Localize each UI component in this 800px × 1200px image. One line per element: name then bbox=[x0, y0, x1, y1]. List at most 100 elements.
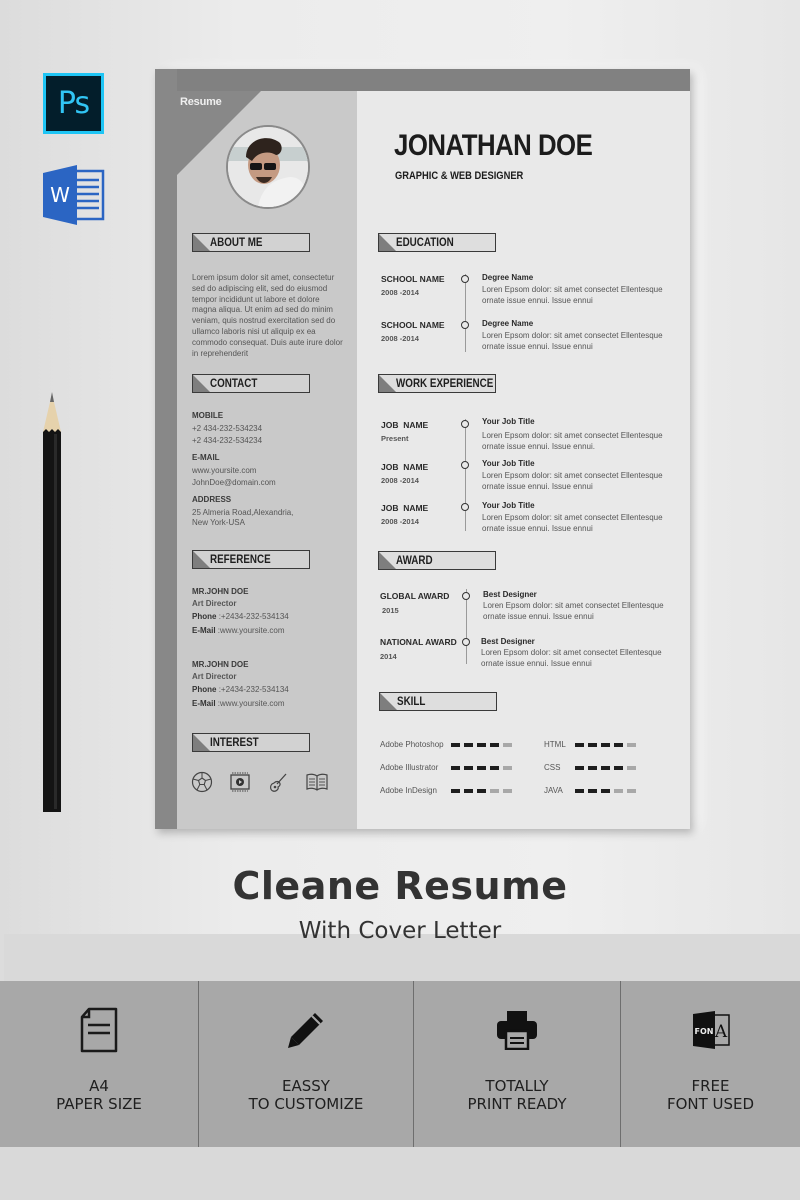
education-timeline bbox=[465, 274, 466, 352]
skill-segment bbox=[477, 788, 486, 793]
award-title: AWARD bbox=[396, 553, 433, 567]
skill-title: SKILL bbox=[397, 694, 426, 708]
reference-title: REFERENCE bbox=[210, 552, 271, 566]
feature-customize: EASSY TO CUSTOMIZE bbox=[199, 981, 414, 1147]
skill-level-bar bbox=[575, 765, 636, 770]
mobile-label: MOBILE bbox=[192, 411, 224, 420]
email-label: E-Mail bbox=[192, 698, 216, 708]
award-entry: GLOBAL AWARD 2015 bbox=[380, 591, 449, 615]
photoshop-icon-label: Ps bbox=[57, 86, 90, 121]
feature-line1: FREE bbox=[691, 1077, 730, 1095]
work-title: WORK EXPERIENCE bbox=[396, 376, 494, 390]
skill-row: HTML bbox=[544, 733, 636, 756]
skill-level-bar bbox=[451, 742, 512, 747]
work-detail: Your Job Title Loren Epsom dolor: sit am… bbox=[482, 417, 682, 452]
skill-segment bbox=[627, 788, 636, 793]
skill-segment bbox=[627, 742, 636, 747]
skill-segment bbox=[477, 765, 486, 770]
work-entry: JOB NAME 2008 -2014 bbox=[381, 503, 428, 526]
award-year: 2015 bbox=[382, 606, 399, 615]
reference-2: MR.JOHN DOE Art Director Phone :+2434-23… bbox=[192, 660, 289, 710]
email-label: E-MAIL bbox=[192, 453, 220, 462]
award-name: GLOBAL AWARD bbox=[380, 591, 450, 601]
email-label: E-Mail bbox=[192, 625, 216, 635]
skill-level-bar bbox=[575, 742, 636, 747]
address-2: New York-USA bbox=[192, 518, 245, 527]
skill-level-bar bbox=[575, 788, 636, 793]
email[interactable]: JohnDoe@domain.com bbox=[192, 478, 276, 489]
skill-segment bbox=[575, 788, 584, 793]
interest-title: INTEREST bbox=[210, 735, 259, 749]
reference-title-text: Art Director bbox=[192, 672, 237, 681]
degree-name: Degree Name bbox=[482, 319, 534, 328]
skill-segment bbox=[503, 742, 512, 747]
award-desc: Loren Epsom dolor: sit amet consectet El… bbox=[483, 601, 664, 621]
job-title: Your Job Title bbox=[482, 459, 535, 468]
about-text: Lorem ipsum dolor sit amet, consectetur … bbox=[192, 273, 343, 358]
mobile-2: +2 434-232-534234 bbox=[192, 436, 263, 445]
school-years: 2008 -2014 bbox=[381, 288, 419, 297]
skill-name: HTML bbox=[544, 740, 566, 749]
skill-segment bbox=[490, 742, 499, 747]
printer-icon bbox=[497, 1011, 537, 1050]
work-entry: JOB NAME Present bbox=[381, 420, 428, 443]
timeline-dot bbox=[462, 592, 470, 600]
degree-desc: Loren Epsom dolor: sit amet consectet El… bbox=[482, 331, 663, 351]
reference-phone: :+2434-232-534134 bbox=[218, 612, 289, 621]
about-section-header: ABOUT ME bbox=[192, 233, 310, 252]
skill-row: CSS bbox=[544, 756, 636, 779]
award-title-text: Best Designer bbox=[481, 637, 535, 646]
interest-section-header: INTEREST bbox=[192, 733, 310, 752]
reference-name: MR.JOHN DOE bbox=[192, 587, 249, 596]
job-name: JOB NAME bbox=[381, 420, 429, 430]
feature-print: TOTALLY PRINT READY bbox=[414, 981, 621, 1147]
guitar-icon bbox=[270, 773, 287, 792]
work-detail: Your Job Title Loren Epsom dolor: sit am… bbox=[482, 459, 682, 492]
contact-section-header: CONTACT bbox=[192, 374, 310, 393]
skill-name: CSS bbox=[544, 763, 561, 772]
timeline-dot bbox=[461, 321, 469, 329]
skills-right-column: HTML CSS JAVA bbox=[544, 733, 636, 802]
interest-icons bbox=[191, 771, 329, 793]
pencil-icon bbox=[288, 1013, 323, 1048]
skill-segment bbox=[464, 788, 473, 793]
football-icon bbox=[191, 771, 213, 793]
skill-segment bbox=[601, 742, 610, 747]
degree-desc: Loren Epsom dolor: sit amet consectet El… bbox=[482, 285, 663, 305]
work-detail: Your Job Title Loren Epsom dolor: sit am… bbox=[482, 501, 682, 534]
school-name: SCHOOL NAME bbox=[381, 274, 445, 284]
skill-segment bbox=[614, 742, 623, 747]
feature-a4: A4 PAPER SIZE bbox=[0, 981, 199, 1147]
skill-name: Adobe Photoshop bbox=[380, 740, 444, 749]
phone-label: Phone bbox=[192, 685, 217, 694]
reference-name: MR.JOHN DOE bbox=[192, 660, 249, 669]
resume-tag: Resume bbox=[180, 96, 222, 108]
skill-level-bar bbox=[451, 765, 512, 770]
award-name: NATIONAL AWARD bbox=[380, 637, 457, 647]
skill-row: JAVA bbox=[544, 779, 636, 802]
school-years: 2008 -2014 bbox=[381, 334, 419, 343]
about-title: ABOUT ME bbox=[210, 235, 263, 249]
word-icon-letter: W bbox=[50, 183, 70, 207]
bottom-band bbox=[0, 1147, 800, 1200]
skill-segment bbox=[575, 742, 584, 747]
website[interactable]: www.yoursite.com bbox=[192, 466, 256, 477]
skill-segment bbox=[614, 765, 623, 770]
skill-segment bbox=[464, 742, 473, 747]
job-period: Present bbox=[381, 434, 409, 443]
reference-email: :www.yoursite.com bbox=[217, 698, 285, 708]
skill-segment bbox=[601, 765, 610, 770]
font-icon-letter: A bbox=[713, 1022, 727, 1042]
skills-left-column: Adobe Photoshop Adobe Illustrator Adobe In… bbox=[380, 733, 512, 802]
font-icon-text: FON bbox=[694, 1027, 713, 1036]
feature-line1: A4 bbox=[89, 1077, 109, 1095]
feature-line2: TO CUSTOMIZE bbox=[248, 1095, 364, 1113]
reference-title-text: Art Director bbox=[192, 599, 237, 608]
job-period: 2008 -2014 bbox=[381, 517, 419, 526]
contact-title: CONTACT bbox=[210, 376, 258, 390]
skill-segment bbox=[503, 788, 512, 793]
skill-segment bbox=[464, 765, 473, 770]
feature-line2: PRINT READY bbox=[467, 1095, 567, 1113]
font-icon: FON A bbox=[692, 1011, 730, 1049]
skill-segment bbox=[588, 742, 597, 747]
